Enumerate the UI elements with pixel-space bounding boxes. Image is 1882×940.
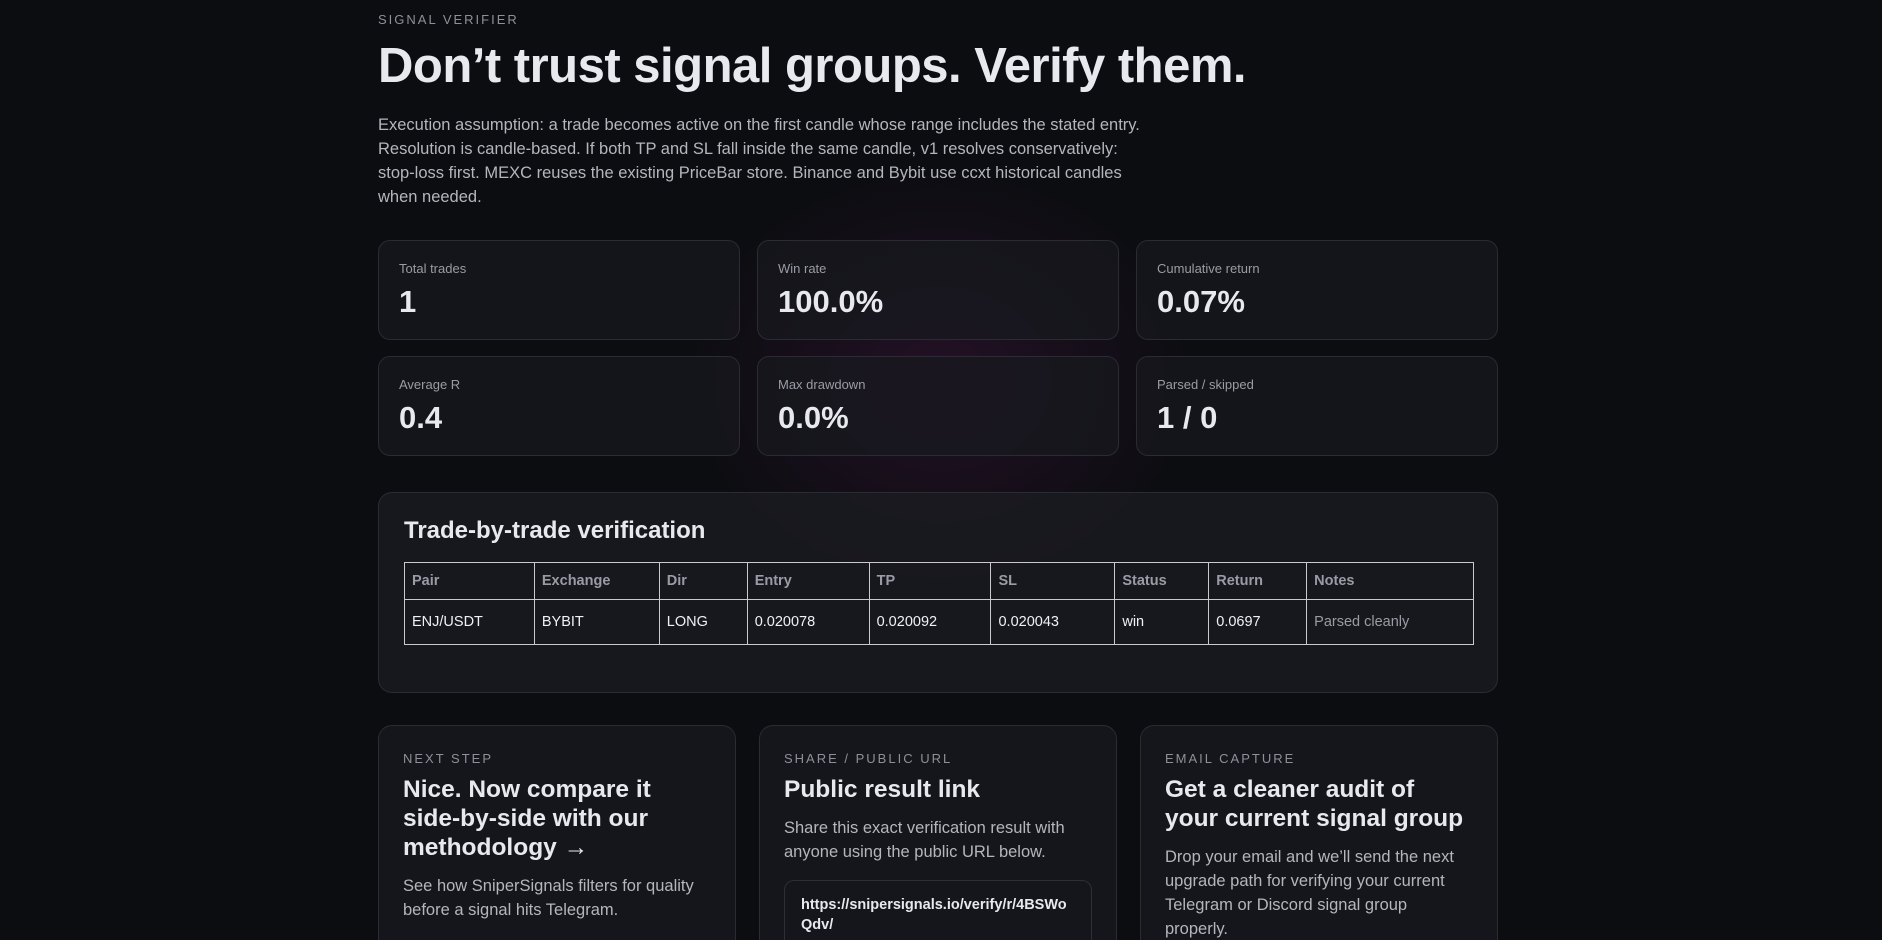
column-header-tp: TP bbox=[868, 562, 992, 600]
cell-return: 0.0697 bbox=[1208, 599, 1308, 645]
card-title: Public result link bbox=[784, 776, 981, 803]
stat-card-cumulative-return: Cumulative return 0.07% bbox=[1136, 240, 1498, 340]
stat-value: 1 / 0 bbox=[1157, 400, 1218, 435]
table-header-row: Pair Exchange Dir Entry TP SL Status Ret… bbox=[404, 562, 1474, 600]
stat-label: Total trades bbox=[399, 261, 467, 276]
card-text: Share this exact verification result wit… bbox=[784, 819, 1065, 861]
section-title: Trade-by-trade verification bbox=[404, 517, 706, 544]
stat-label: Win rate bbox=[778, 261, 827, 276]
card-title: Get a cleaner audit of your current sign… bbox=[1165, 776, 1464, 832]
stat-value: 0.07% bbox=[1157, 284, 1245, 319]
stat-card-parsed-skipped: Parsed / skipped 1 / 0 bbox=[1136, 356, 1498, 456]
column-header-return: Return bbox=[1208, 562, 1308, 600]
cell-exchange: BYBIT bbox=[533, 599, 660, 645]
card-eyebrow: SHARE / PUBLIC URL bbox=[784, 751, 953, 766]
page-eyebrow: SIGNAL VERIFIER bbox=[378, 12, 519, 27]
arrow-right-icon: → bbox=[563, 834, 589, 861]
column-header-pair: Pair bbox=[404, 562, 535, 600]
cell-notes: Parsed cleanly bbox=[1306, 599, 1474, 645]
card-title-text: Nice. Now compare it side-by-side with o… bbox=[403, 776, 651, 861]
cell-sl: 0.020043 bbox=[990, 599, 1116, 645]
stat-value: 1 bbox=[399, 284, 417, 319]
stat-value: 0.0% bbox=[778, 400, 849, 435]
stat-card-average-r: Average R 0.4 bbox=[378, 356, 740, 456]
stat-card-total-trades: Total trades 1 bbox=[378, 240, 740, 340]
execution-assumption-text: Execution assumption: a trade becomes ac… bbox=[378, 116, 1140, 206]
stat-value: 0.4 bbox=[399, 400, 443, 435]
next-step-card: NEXT STEP Nice. Now compare it side-by-s… bbox=[378, 725, 736, 940]
public-url-field[interactable]: https://snipersignals.io/verify/r/4BSWoQ… bbox=[784, 880, 1092, 940]
stat-label: Cumulative return bbox=[1157, 261, 1260, 276]
stat-card-max-drawdown: Max drawdown 0.0% bbox=[757, 356, 1119, 456]
card-eyebrow: NEXT STEP bbox=[403, 751, 494, 766]
trades-table: Pair Exchange Dir Entry TP SL Status Ret… bbox=[404, 562, 1474, 645]
stat-card-win-rate: Win rate 100.0% bbox=[757, 240, 1119, 340]
stat-label: Parsed / skipped bbox=[1157, 377, 1254, 392]
column-header-dir: Dir bbox=[658, 562, 748, 600]
methodology-link[interactable]: Nice. Now compare it side-by-side with o… bbox=[403, 775, 711, 862]
cell-dir: LONG bbox=[658, 599, 748, 645]
column-header-exchange: Exchange bbox=[533, 562, 660, 600]
card-text: See how SniperSignals filters for qualit… bbox=[403, 877, 694, 919]
cta-cards: NEXT STEP Nice. Now compare it side-by-s… bbox=[378, 725, 1500, 940]
trade-verification-panel: Trade-by-trade verification Pair Exchang… bbox=[378, 492, 1498, 693]
cell-entry: 0.020078 bbox=[746, 599, 870, 645]
table-row: ENJ/USDT BYBIT LONG 0.020078 0.020092 0.… bbox=[404, 599, 1474, 645]
card-text: Drop your email and we’ll send the next … bbox=[1165, 848, 1454, 938]
card-eyebrow: EMAIL CAPTURE bbox=[1165, 751, 1296, 766]
cell-status: win bbox=[1114, 599, 1210, 645]
column-header-sl: SL bbox=[990, 562, 1116, 600]
stat-label: Max drawdown bbox=[778, 377, 866, 392]
column-header-entry: Entry bbox=[746, 562, 870, 600]
email-capture-card: EMAIL CAPTURE Get a cleaner audit of you… bbox=[1140, 725, 1498, 940]
column-header-notes: Notes bbox=[1306, 562, 1474, 600]
stats-grid: Total trades 1 Win rate 100.0% Cumulativ… bbox=[378, 240, 1498, 456]
stat-label: Average R bbox=[399, 377, 461, 392]
column-header-status: Status bbox=[1114, 562, 1210, 600]
cell-tp: 0.020092 bbox=[868, 599, 992, 645]
page-title: Don’t trust signal groups. Verify them. bbox=[378, 39, 1247, 93]
share-card: SHARE / PUBLIC URL Public result link Sh… bbox=[759, 725, 1117, 940]
stat-value: 100.0% bbox=[778, 284, 884, 319]
cell-pair: ENJ/USDT bbox=[404, 599, 535, 645]
